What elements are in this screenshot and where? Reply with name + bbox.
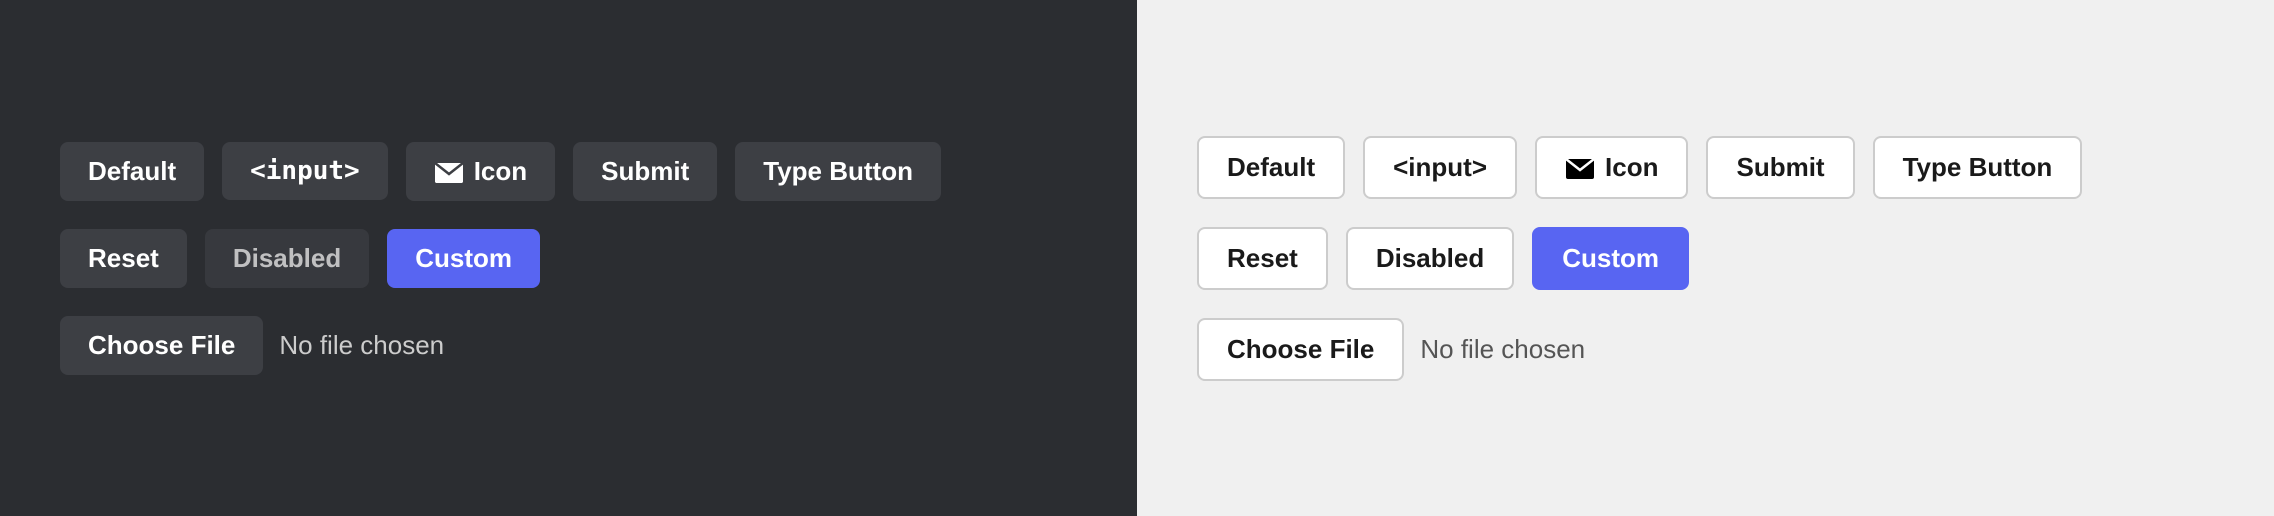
dark-icon-button[interactable]: Icon [406, 142, 555, 201]
dark-row-1: Default <input> Icon Submit Type Button [60, 142, 941, 201]
dark-disabled-button: Disabled [205, 229, 369, 288]
dark-reset-button[interactable]: Reset [60, 229, 187, 288]
dark-icon-button-label: Icon [474, 156, 527, 187]
light-reset-button[interactable]: Reset [1197, 227, 1328, 290]
light-row-3: Choose File No file chosen [1197, 318, 1585, 381]
light-submit-button[interactable]: Submit [1706, 136, 1854, 199]
light-typebutton-button[interactable]: Type Button [1873, 136, 2083, 199]
light-disabled-button: Disabled [1346, 227, 1514, 290]
light-row-1: Default <input> Icon Submit Type Button [1197, 136, 2082, 199]
light-default-button[interactable]: Default [1197, 136, 1345, 199]
dark-panel: Default <input> Icon Submit Type Button … [0, 0, 1137, 516]
light-custom-button[interactable]: Custom [1532, 227, 1689, 290]
light-row-2: Reset Disabled Custom [1197, 227, 1689, 290]
dark-custom-button[interactable]: Custom [387, 229, 540, 288]
dark-row-3: Choose File No file chosen [60, 316, 444, 375]
dark-submit-button[interactable]: Submit [573, 142, 717, 201]
light-input-button[interactable]: <input> [1363, 136, 1517, 199]
light-choose-file-button[interactable]: Choose File [1197, 318, 1404, 381]
dark-input-button[interactable]: <input> [222, 142, 388, 200]
light-icon-button-label: Icon [1605, 152, 1658, 183]
light-panel: Default <input> Icon Submit Type Button … [1137, 0, 2274, 516]
dark-typebutton-button[interactable]: Type Button [735, 142, 941, 201]
dark-default-button[interactable]: Default [60, 142, 204, 201]
mail-icon [434, 160, 464, 182]
mail-icon-light [1565, 156, 1595, 178]
dark-no-file-label: No file chosen [279, 330, 444, 361]
light-no-file-label: No file chosen [1420, 334, 1585, 365]
light-icon-button[interactable]: Icon [1535, 136, 1688, 199]
dark-choose-file-button[interactable]: Choose File [60, 316, 263, 375]
dark-row-2: Reset Disabled Custom [60, 229, 540, 288]
